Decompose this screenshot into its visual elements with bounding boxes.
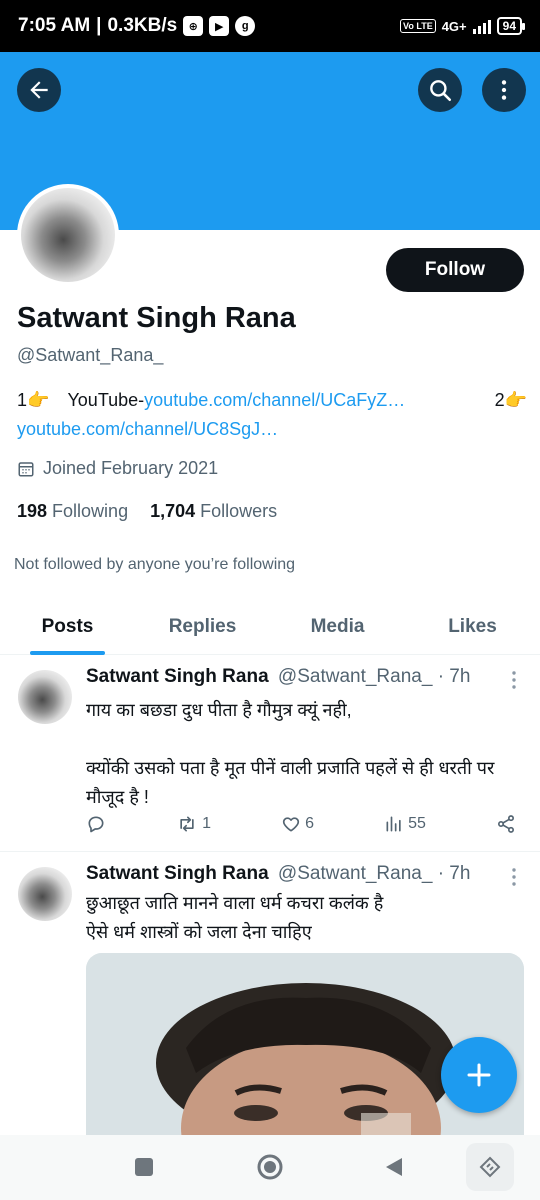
search-button[interactable] — [418, 68, 462, 112]
nav-rotate-button[interactable] — [466, 1143, 514, 1191]
signal-icon — [472, 18, 491, 34]
like-count: 6 — [305, 815, 314, 832]
tab-replies[interactable]: Replies — [135, 600, 270, 654]
profile-tabs: Posts Replies Media Likes — [0, 600, 540, 655]
following-link[interactable]: 198 Following — [17, 501, 128, 522]
nav-home-button[interactable] — [246, 1143, 294, 1191]
profile-bio: 1👉 YouTube- youtube.com/channel/UCaFyZ… … — [17, 386, 527, 444]
views-icon — [386, 816, 401, 832]
joined-date: Joined February 2021 — [17, 458, 218, 479]
tab-media[interactable]: Media — [270, 600, 405, 654]
tweet-author-name: Satwant Singh Rana — [86, 863, 269, 884]
tweet-item[interactable]: Satwant Singh Rana @Satwant_Rana_ · 7h ग… — [0, 656, 540, 852]
tweet-text: गाय का बछडा दुध पीता है गौमुत्र क्यूं नह… — [86, 700, 495, 807]
search-icon — [430, 80, 452, 102]
views-button[interactable]: 55 — [384, 814, 426, 834]
reply-icon — [88, 816, 104, 833]
view-count: 55 — [408, 815, 426, 832]
following-label: Following — [52, 501, 129, 521]
bio-link-1[interactable]: youtube.com/channel/UCaFyZ… — [144, 386, 405, 415]
notification-icon: ⊕ — [183, 16, 204, 36]
bio-item1-number: 1👉 — [17, 390, 50, 410]
status-time: 7:05 AM — [18, 15, 91, 36]
followers-link[interactable]: 1,704 Followers — [150, 501, 277, 522]
tweet-avatar[interactable] — [18, 670, 72, 724]
heart-icon — [282, 817, 300, 832]
following-count: 198 — [17, 501, 48, 521]
share-button[interactable] — [496, 814, 516, 834]
tweet-author-handle: @Satwant_Rana_ · 7h — [277, 666, 471, 687]
volte-icon: Vo LTE — [400, 19, 436, 33]
like-button[interactable]: 6 — [281, 814, 314, 834]
more-vertical-icon — [501, 80, 507, 100]
square-icon — [135, 1158, 153, 1176]
tweet-author-name: Satwant Singh Rana — [86, 666, 269, 687]
more-vertical-icon — [512, 868, 516, 886]
bio-link-2[interactable]: youtube.com/channel/UC8SgJ… — [17, 419, 278, 439]
plus-icon — [467, 1063, 491, 1087]
system-nav-bar — [0, 1135, 540, 1200]
rotate-icon — [479, 1156, 501, 1178]
avatar-image — [21, 188, 115, 282]
bio-item2-number: 2👉 — [494, 390, 527, 410]
network-type: 4G+ — [441, 18, 467, 34]
more-options-button[interactable] — [482, 68, 526, 112]
tweet-header: Satwant Singh Rana @Satwant_Rana_ · 7h — [86, 863, 470, 885]
back-button[interactable] — [17, 68, 61, 112]
followers-count: 1,704 — [150, 501, 196, 521]
more-vertical-icon — [512, 671, 516, 689]
tweet-avatar[interactable] — [18, 867, 72, 921]
joined-text: Joined February 2021 — [43, 458, 219, 478]
tab-posts[interactable]: Posts — [0, 600, 135, 655]
arrow-left-icon — [30, 81, 48, 99]
profile-name: Satwant Singh Rana — [17, 302, 296, 334]
battery-icon: 94 — [496, 17, 526, 35]
not-followed-note: Not followed by anyone you’re following — [14, 556, 296, 573]
tweet-author-handle: @Satwant_Rana_ · 7h — [277, 863, 471, 884]
tweet-more-button[interactable] — [510, 670, 518, 695]
status-net-speed: 0.3KB/s — [107, 15, 178, 36]
tweet-actions: 1 6 55 — [86, 814, 516, 834]
circle-home-icon — [257, 1154, 283, 1180]
reply-button[interactable] — [86, 814, 106, 834]
nav-back-button[interactable] — [370, 1143, 418, 1191]
followers-label: Followers — [200, 501, 278, 521]
profile-handle: @Satwant_Rana_ — [17, 345, 164, 365]
status-bar: 7:05 AM | 0.3KB/s ⊕ ▶ g Vo LTE 4G+ 94 — [0, 0, 540, 52]
follow-counts: 198 Following 1,704 Followers — [17, 501, 277, 522]
compose-button[interactable] — [441, 1037, 517, 1113]
retweet-button[interactable]: 1 — [176, 814, 211, 834]
profile-avatar[interactable] — [17, 184, 119, 286]
tweet-text: छुआछूत जाति मानने वाला धर्म कचरा कलंक है… — [86, 893, 384, 942]
youtube-icon: ▶ — [209, 16, 230, 36]
calendar-icon — [18, 461, 34, 476]
nav-recents-button[interactable] — [120, 1143, 168, 1191]
app-g-icon: g — [235, 16, 256, 36]
retweet-icon — [180, 816, 194, 832]
tab-likes[interactable]: Likes — [405, 600, 540, 654]
retweet-count: 1 — [202, 815, 211, 832]
follow-button[interactable]: Follow — [386, 248, 524, 292]
share-icon — [497, 815, 514, 833]
triangle-back-icon — [386, 1158, 402, 1176]
bio-item1-label: YouTube- — [67, 390, 145, 410]
tweet-header: Satwant Singh Rana @Satwant_Rana_ · 7h — [86, 666, 470, 688]
